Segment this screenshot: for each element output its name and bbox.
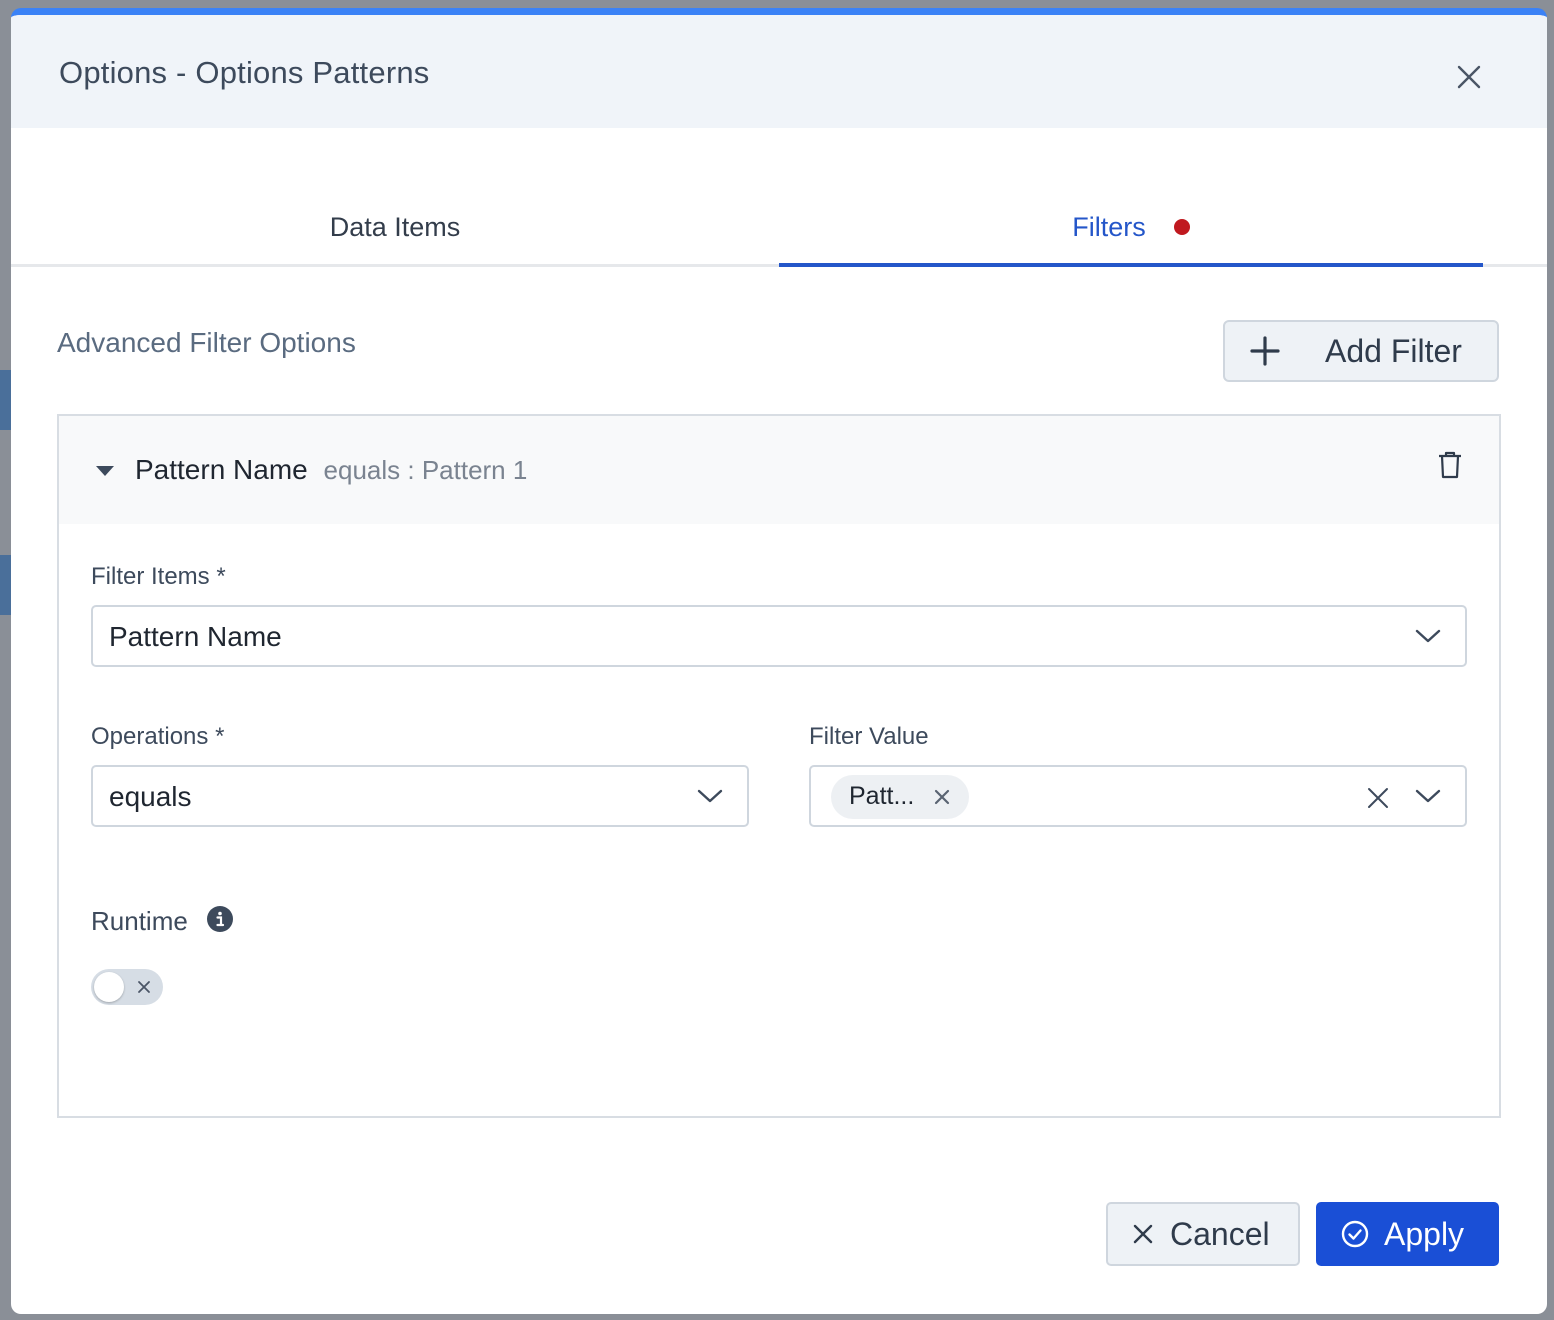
backdrop-stripe: [0, 555, 11, 615]
filter-summary-field: Pattern Name: [135, 454, 308, 485]
filter-value-multiselect[interactable]: Patt...: [809, 765, 1467, 827]
chip-label: Patt...: [849, 782, 915, 810]
tab-data-items[interactable]: Data Items: [11, 204, 779, 264]
dialog-title: Options - Options Patterns: [59, 55, 430, 90]
chevron-down-icon: [1415, 629, 1441, 643]
close-icon: [1457, 65, 1481, 89]
cancel-button[interactable]: Cancel: [1106, 1202, 1300, 1266]
check-circle-icon: [1341, 1220, 1369, 1248]
operations-label: Operations *: [91, 723, 225, 750]
active-tab-indicator: [779, 263, 1483, 267]
tab-label: Filters: [1072, 212, 1146, 242]
tab-bar: Data Items Filters: [11, 128, 1547, 268]
caret-down-icon[interactable]: [95, 464, 115, 478]
filter-card-header[interactable]: Pattern Name equals : Pattern 1: [59, 416, 1499, 524]
cancel-label: Cancel: [1170, 1215, 1270, 1252]
filter-summary-condition: equals : Pattern 1: [323, 455, 528, 485]
add-filter-label: Add Filter: [1325, 332, 1462, 369]
trash-icon[interactable]: [1437, 450, 1463, 480]
filter-value-chip: Patt...: [831, 775, 969, 819]
operations-value: equals: [109, 781, 192, 812]
close-button[interactable]: [1451, 59, 1487, 95]
filter-value-label: Filter Value: [809, 723, 929, 750]
filter-card: Pattern Name equals : Pattern 1 Filter I…: [57, 414, 1501, 1118]
options-dialog: Options - Options Patterns Data Items Fi…: [11, 8, 1547, 1314]
operations-select[interactable]: equals: [91, 765, 749, 827]
chip-remove-icon[interactable]: [933, 788, 951, 806]
info-icon[interactable]: [207, 906, 233, 932]
unsaved-indicator-dot: [1173, 218, 1190, 235]
dialog-header: Options - Options Patterns: [11, 15, 1547, 128]
plus-icon: [1250, 336, 1280, 366]
toggle-off-icon: [138, 981, 150, 993]
add-filter-button[interactable]: Add Filter: [1223, 320, 1499, 382]
filter-items-label: Filter Items *: [91, 563, 226, 590]
runtime-toggle[interactable]: [91, 969, 163, 1005]
runtime-label: Runtime: [91, 906, 188, 936]
backdrop-stripe: [0, 370, 11, 430]
apply-label: Apply: [1384, 1215, 1465, 1252]
filter-items-value: Pattern Name: [109, 621, 282, 652]
filter-items-select[interactable]: Pattern Name: [91, 605, 1467, 667]
filter-summary: Pattern Name equals : Pattern 1: [135, 454, 527, 486]
clear-icon[interactable]: [1367, 787, 1389, 809]
tab-label: Data Items: [329, 212, 461, 242]
section-title: Advanced Filter Options: [57, 327, 356, 358]
tab-filters[interactable]: Filters: [779, 204, 1483, 264]
toggle-knob: [94, 972, 124, 1002]
chevron-down-icon: [697, 789, 723, 803]
close-icon: [1133, 1224, 1153, 1244]
apply-button[interactable]: Apply: [1316, 1202, 1499, 1266]
chevron-down-icon: [1415, 789, 1441, 803]
